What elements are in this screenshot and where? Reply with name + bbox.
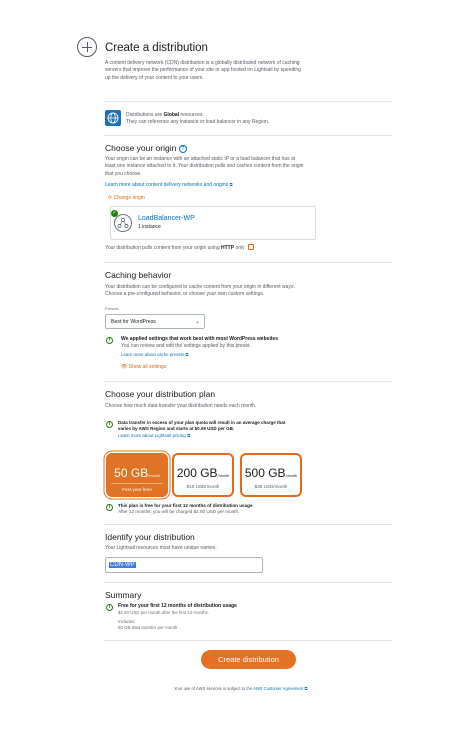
identify-title: Identify your distribution <box>105 532 195 542</box>
origin-card[interactable]: ✓ LoadBalancer-WP 1 instance <box>110 206 316 240</box>
summary-free-sub: $2.50 USD per month after the first 12 m… <box>118 610 210 615</box>
origin-title-text: Choose your origin <box>105 143 177 153</box>
origin-description: Your origin can be an instance with an a… <box>105 156 304 177</box>
plan-size: 200 GB/month <box>174 465 232 482</box>
create-plus-icon <box>77 37 97 57</box>
preset-applied-title: We applied settings that work best with … <box>121 336 279 342</box>
summary-free-title: Free for your first 12 months of distrib… <box>118 603 237 609</box>
external-link-icon: ⧉ <box>229 182 233 187</box>
customer-agreement-link[interactable]: AWS Customer Agreement <box>253 686 303 691</box>
plan-size-unit: /month <box>285 474 298 478</box>
plan-size-value: 200 GB <box>176 466 218 480</box>
protocol-prefix: Your distribution pulls content from you… <box>105 245 221 251</box>
pricing-link-text[interactable]: Learn more about Lightsail pricing <box>118 433 186 438</box>
plan-size-unit: /month <box>217 474 230 478</box>
plan-size-value: 50 GB <box>114 466 149 480</box>
load-balancer-icon <box>114 214 132 232</box>
summary-free-icon: i <box>106 604 113 611</box>
plan-warning: Data transfer in excess of your plan quo… <box>118 420 298 439</box>
distribution-name-value[interactable]: CDN-WP <box>109 562 136 568</box>
divider <box>104 582 392 583</box>
divider <box>104 101 392 102</box>
origin-card-name[interactable]: LoadBalancer-WP <box>138 214 195 224</box>
plan-free-icon: i <box>106 504 113 511</box>
pricing-link[interactable]: Learn more about Lightsail pricing ⧉ <box>118 433 298 439</box>
preset-applied: We applied settings that work best with … <box>121 336 278 350</box>
preset-value[interactable]: Best for WordPress <box>111 319 156 325</box>
plan-size: 500 GB/month <box>242 465 300 482</box>
cache-presets-link[interactable]: Learn more about cache presets ⧉ <box>121 352 189 358</box>
protocol-value: HTTP <box>221 245 235 251</box>
plan-size-unit: /month <box>148 474 160 478</box>
footer-text: Your use of AWS services is subject to t… <box>174 686 254 691</box>
divider <box>104 135 392 136</box>
change-origin-link[interactable]: ⟳ Change origin <box>108 195 145 202</box>
caching-description: Your distribution can be configured to c… <box>105 284 295 298</box>
external-link-icon: ⧉ <box>187 432 191 438</box>
plan-price: $10 USD/month <box>186 484 220 489</box>
preset-label: Presets <box>105 306 119 311</box>
show-all-settings-text[interactable]: Show all settings <box>129 364 167 370</box>
divider <box>104 524 392 525</box>
plan-title: Choose your distribution plan <box>105 389 216 399</box>
preset-select[interactable]: Best for WordPress ⌄ <box>105 314 205 329</box>
origin-card-sub: 1 instance <box>138 224 161 230</box>
notice-text-suffix: resources. <box>179 112 204 118</box>
caching-title: Caching behavior <box>105 270 172 280</box>
globe-icon <box>105 110 121 126</box>
page-description: A content delivery network (CDN) distrib… <box>105 60 301 81</box>
summary-title: Summary <box>105 590 142 600</box>
success-info-icon: i <box>106 337 113 344</box>
notice-text: Distributions are <box>126 112 164 118</box>
help-icon[interactable]: ? <box>178 145 187 153</box>
summary-includes-value: 50 GB data transfer per month <box>118 625 178 631</box>
plan-warning-text: Data transfer in excess of your plan quo… <box>118 420 286 432</box>
plan-option-200gb[interactable]: 200 GB/month $10 USD/month <box>172 453 234 497</box>
plan-option-50gb[interactable]: 50 GB/month First year free! <box>106 453 168 497</box>
protocol-suffix: only <box>234 245 245 251</box>
divider <box>104 640 392 641</box>
plan-size: 50 GB/month <box>108 465 166 482</box>
distribution-name-input[interactable]: CDN-WP <box>105 557 263 573</box>
summary-details: Free for your first 12 months of distrib… <box>118 603 237 631</box>
plan-price: First year free! <box>111 483 163 493</box>
external-link-icon: ⧉ <box>304 686 308 691</box>
plan-info-icon: i <box>106 421 113 428</box>
plan-option-500gb[interactable]: 500 GB/month $35 USD/month <box>240 453 302 497</box>
show-all-settings-link[interactable]: 👁 Show all settings <box>121 364 166 371</box>
identify-description: Your Lightsail resources must have uniqu… <box>105 545 217 551</box>
footer: Your use of AWS services is subject to t… <box>174 686 308 692</box>
plan-free-sub: After 12 months, you will be charged $2.… <box>118 509 240 515</box>
plan-description: Choose how much data transfer your distr… <box>105 403 257 409</box>
rotate-icon: ⟳ <box>108 195 113 201</box>
edit-icon[interactable] <box>247 244 254 250</box>
origin-protocol: Your distribution pulls content from you… <box>105 244 254 252</box>
cache-presets-text[interactable]: Learn more about cache presets <box>121 352 184 357</box>
divider <box>104 381 392 382</box>
chevron-down-icon: ⌄ <box>194 319 200 325</box>
create-distribution-button[interactable]: Create distribution <box>201 650 296 669</box>
origin-learn-more-link[interactable]: Learn more about content delivery networ… <box>105 182 233 189</box>
divider <box>104 262 392 263</box>
selected-check-icon: ✓ <box>111 210 118 217</box>
global-notice: Distributions are Global resources. They… <box>126 112 269 127</box>
notice-line2: They can reference any instance or load … <box>126 119 270 126</box>
page-title: Create a distribution <box>105 42 208 54</box>
plan-free: This plan is free for your first 12 mont… <box>118 503 253 516</box>
external-link-icon: ⧉ <box>185 352 189 357</box>
origin-learn-more-text[interactable]: Learn more about content delivery networ… <box>105 182 228 188</box>
eye-icon: 👁 <box>121 364 128 370</box>
plan-size-value: 500 GB <box>244 466 286 480</box>
origin-title: Choose your origin ? <box>105 143 187 155</box>
change-origin-text[interactable]: Change origin <box>114 195 145 201</box>
preset-applied-sub: You can review and edit the settings app… <box>121 343 251 349</box>
plan-price: $35 USD/month <box>254 484 288 489</box>
notice-bold: Global <box>163 112 180 118</box>
